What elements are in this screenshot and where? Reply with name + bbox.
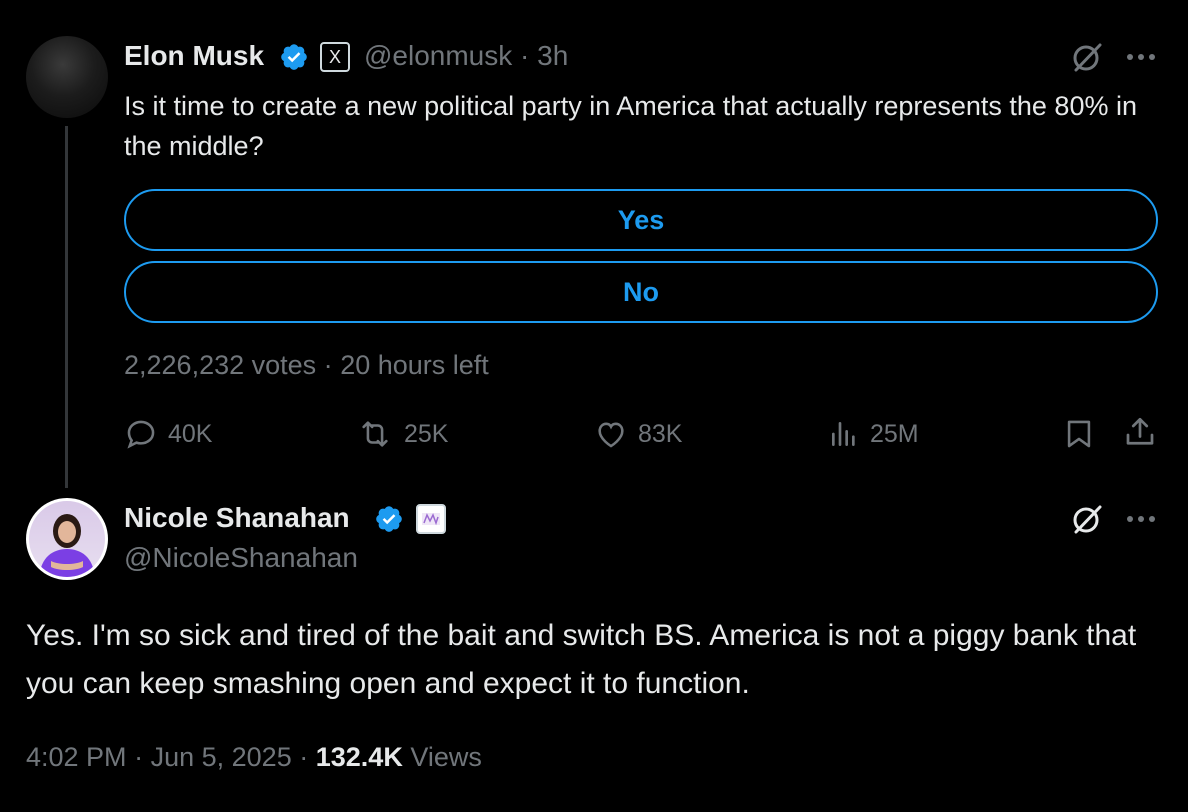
views-count: 25M <box>870 419 919 448</box>
tweet-text-nicole: Yes. I'm so sick and tired of the bait a… <box>26 619 1137 700</box>
author-name-nicole[interactable]: Nicole Shanahan <box>124 502 350 534</box>
views-label: Views <box>410 742 482 772</box>
bookmark-icon[interactable] <box>1062 416 1096 452</box>
like-button[interactable]: 83K <box>594 414 682 454</box>
verified-badge-icon[interactable] <box>279 42 309 72</box>
tweet-time[interactable]: 3h <box>537 40 568 71</box>
handle-nicole[interactable]: @NicoleShanahan <box>124 542 358 574</box>
verified-badge-icon[interactable] <box>374 504 404 534</box>
views-icon <box>832 422 855 446</box>
handle-time-line: @elonmusk · 3h <box>364 40 569 71</box>
affiliation-logo-icon <box>422 513 440 526</box>
reply-button[interactable]: 40K <box>124 414 212 454</box>
like-count: 83K <box>638 419 683 448</box>
like-icon <box>598 422 624 448</box>
more-icon[interactable] <box>1125 50 1157 64</box>
more-icon[interactable] <box>1125 512 1157 526</box>
handle-elon[interactable]: @elonmusk <box>364 40 512 71</box>
thread-connector-line <box>65 126 68 488</box>
tweet-time[interactable]: 4:02 PM <box>26 742 127 772</box>
x-logo-icon: X <box>328 46 341 67</box>
grok-icon[interactable] <box>1070 502 1104 536</box>
tweet-footer: 4:02 PM · Jun 5, 2025 · 132.4K Views <box>26 742 482 772</box>
affiliation-badge-x[interactable]: X <box>320 42 350 72</box>
repost-icon <box>362 421 388 447</box>
share-icon[interactable] <box>1122 414 1158 450</box>
reply-count: 40K <box>168 419 213 448</box>
tweet-date[interactable]: Jun 5, 2025 <box>151 742 292 772</box>
poll-time-left: 20 hours left <box>340 350 489 380</box>
views-button[interactable]: 25M <box>828 414 919 454</box>
reply-icon <box>127 420 155 449</box>
avatar-portrait <box>39 514 95 577</box>
poll-option-yes[interactable]: Yes <box>124 189 1158 251</box>
repost-button[interactable]: 25K <box>356 414 448 454</box>
grok-icon[interactable] <box>1070 40 1104 74</box>
views-count: 132.4K <box>315 742 403 772</box>
nicole-avatar[interactable] <box>26 498 108 580</box>
tweet-text-elon: Is it time to create a new political par… <box>124 91 1137 161</box>
elon-avatar[interactable] <box>26 36 108 118</box>
affiliation-badge-nicole[interactable] <box>416 504 446 534</box>
author-name-elon[interactable]: Elon Musk <box>124 40 264 72</box>
repost-count: 25K <box>404 419 449 448</box>
poll-option-no[interactable]: No <box>124 261 1158 323</box>
poll-votes: 2,226,232 votes <box>124 350 317 380</box>
poll-meta: 2,226,232 votes · 20 hours left <box>124 350 489 380</box>
